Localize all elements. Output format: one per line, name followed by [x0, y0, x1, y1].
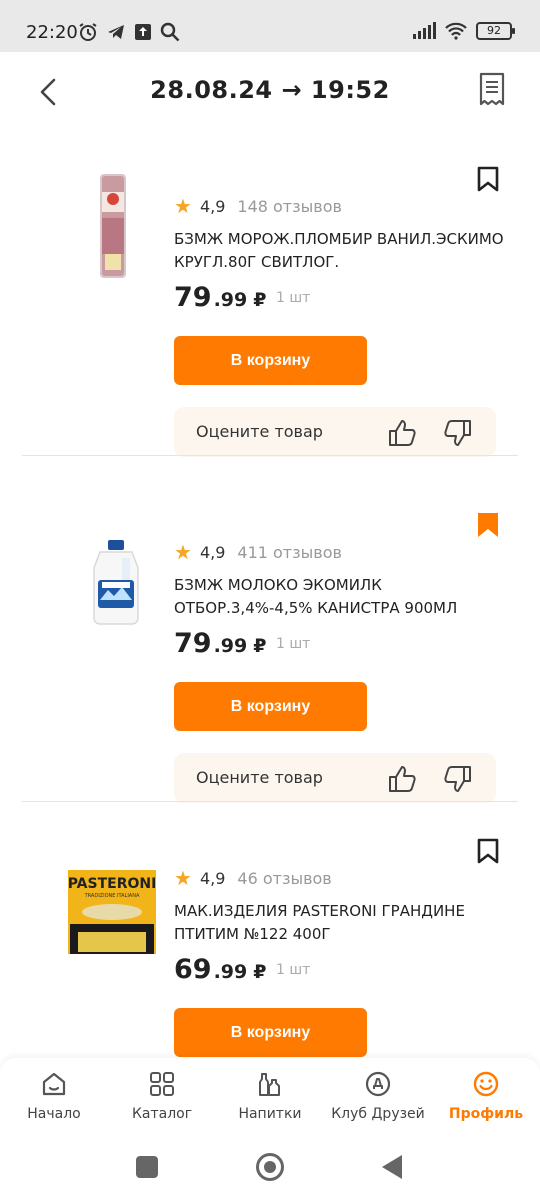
header: 28.08.24 → 19:52 — [0, 52, 540, 130]
price-kopecks: .99 — [213, 635, 248, 657]
thumbs-down-icon[interactable] — [442, 417, 474, 449]
nav-item-drinks[interactable]: Напитки — [216, 1058, 324, 1136]
star-icon: ★ — [174, 194, 192, 218]
back-triangle-icon[interactable] — [382, 1155, 402, 1179]
thumbs-up-icon[interactable] — [386, 763, 418, 795]
upload-icon — [135, 24, 151, 40]
bookmark-icon[interactable] — [476, 166, 500, 192]
home-icon — [42, 1072, 66, 1096]
alarm-icon — [79, 23, 97, 41]
milk-bottle-image[interactable] — [58, 518, 168, 628]
quantity: 1 шт — [276, 636, 311, 652]
search-icon — [160, 22, 180, 42]
status-bar: 22:20 92 — [0, 0, 540, 52]
rating-value: 4,9 — [199, 196, 226, 216]
grid-icon — [150, 1072, 174, 1096]
divider — [22, 455, 518, 456]
reviews-count[interactable]: 148 отзывов — [237, 197, 342, 216]
price-rubles: 79 — [174, 628, 212, 659]
battery-icon: 92 — [476, 22, 515, 40]
signal-icon — [413, 22, 436, 39]
nav-item-catalog[interactable]: Каталог — [108, 1058, 216, 1136]
rate-product-label: Оцените товар — [196, 422, 323, 441]
nav-label: Профиль — [448, 1106, 524, 1122]
price-rubles: 79 — [174, 282, 212, 313]
nav-label: Клуб Друзей — [331, 1106, 425, 1122]
page-title: 28.08.24 → 19:52 — [150, 76, 390, 104]
bottom-navigation: Начало Каталог Напитки Клуб Друзей Профи… — [0, 1058, 540, 1136]
rating: ★ 4,9 411 отзывов — [174, 542, 342, 562]
rate-product-box: Оцените товар — [174, 407, 496, 457]
currency-symbol: ₽ — [253, 635, 267, 657]
ice-cream-image[interactable] — [58, 172, 168, 282]
price-kopecks: .99 — [213, 961, 248, 983]
price: 69 .99 ₽ — [174, 954, 266, 985]
reviews-count[interactable]: 411 отзывов — [237, 543, 342, 562]
product-card: ★ 4,9 148 отзывов БЗМЖ МОРОЖ.ПЛОМБИР ВАН… — [22, 130, 518, 457]
club-badge-icon — [365, 1071, 391, 1097]
add-to-cart-button[interactable]: В корзину — [174, 336, 367, 385]
add-to-cart-button[interactable]: В корзину — [174, 1008, 367, 1057]
currency-symbol: ₽ — [253, 289, 267, 311]
price: 79 .99 ₽ — [174, 628, 266, 659]
battery-level: 92 — [487, 24, 501, 37]
star-icon: ★ — [174, 540, 192, 564]
bookmark-icon-active[interactable] — [476, 512, 500, 538]
rate-product-label: Оцените товар — [196, 768, 323, 787]
rating-value: 4,9 — [199, 868, 226, 888]
currency-symbol: ₽ — [253, 961, 267, 983]
pack-brand-text: PASTERONI — [68, 876, 157, 892]
nav-item-club[interactable]: Клуб Друзей — [324, 1058, 432, 1136]
bookmark-icon[interactable] — [476, 838, 500, 864]
nav-item-home[interactable]: Начало — [0, 1058, 108, 1136]
add-to-cart-button[interactable]: В корзину — [174, 682, 367, 731]
price: 79 .99 ₽ — [174, 282, 266, 313]
price-kopecks: .99 — [213, 289, 248, 311]
rating: ★ 4,9 148 отзывов — [174, 196, 342, 216]
system-navigation-bar — [0, 1136, 540, 1200]
thumbs-down-icon[interactable] — [442, 763, 474, 795]
rating-value: 4,9 — [199, 542, 226, 562]
recent-apps-icon[interactable] — [136, 1156, 158, 1178]
rate-product-box: Оцените товар — [174, 753, 496, 803]
rating: ★ 4,9 46 отзывов — [174, 868, 332, 888]
reviews-count[interactable]: 46 отзывов — [237, 869, 331, 888]
quantity: 1 шт — [276, 290, 311, 306]
bottles-icon — [259, 1073, 280, 1096]
status-right-icons: 92 — [412, 22, 515, 40]
nav-label: Каталог — [131, 1106, 193, 1122]
price-rubles: 69 — [174, 954, 212, 985]
product-name[interactable]: БЗМЖ МОЛОКО ЭКОМИЛК ОТБОР.3,4%-4,5% КАНИ… — [174, 574, 514, 620]
status-left-icons — [78, 22, 180, 42]
pasteroni-pack-image[interactable]: PASTERONI TRADIZIONE ITALIANA — [58, 844, 168, 954]
star-icon: ★ — [174, 866, 192, 890]
home-circle-icon[interactable] — [256, 1153, 284, 1181]
thumbs-up-icon[interactable] — [386, 417, 418, 449]
telegram-icon — [108, 25, 124, 39]
status-time: 22:20 — [26, 22, 78, 43]
nav-item-profile[interactable]: Профиль — [432, 1058, 540, 1136]
product-name[interactable]: БЗМЖ МОРОЖ.ПЛОМБИР ВАНИЛ.ЭСКИМО КРУГЛ.80… — [174, 228, 514, 274]
nav-label: Начало — [27, 1106, 81, 1122]
product-card: ★ 4,9 411 отзывов БЗМЖ МОЛОКО ЭКОМИЛК ОТ… — [22, 476, 518, 803]
pack-subtitle-text: TRADIZIONE ITALIANA — [84, 893, 140, 899]
product-name[interactable]: МАК.ИЗДЕЛИЯ PASTERONI ГРАНДИНЕ ПТИТИМ №1… — [174, 900, 514, 946]
smile-icon — [473, 1071, 499, 1097]
quantity: 1 шт — [276, 962, 311, 978]
wifi-icon — [445, 22, 467, 40]
nav-label: Напитки — [238, 1106, 302, 1122]
receipt-icon[interactable] — [478, 72, 506, 106]
